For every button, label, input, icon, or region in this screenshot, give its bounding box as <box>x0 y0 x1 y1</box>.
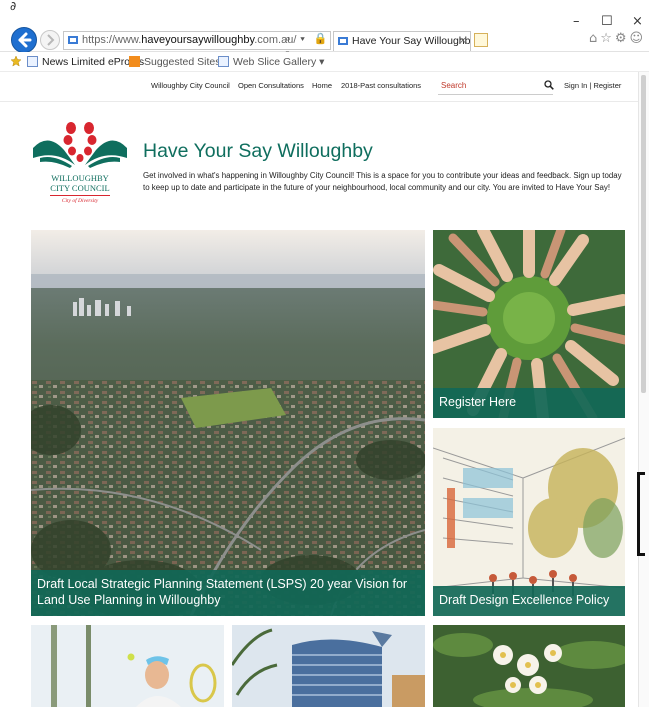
tile-bottom-right[interactable] <box>433 625 625 707</box>
favorite-label: Web Slice Gallery ▾ <box>233 56 325 68</box>
gum-blossom-image <box>433 625 625 707</box>
building-image <box>232 625 425 707</box>
stray-character: ∂ <box>10 0 17 13</box>
council-logo[interactable]: WILLOUGHBY CITY COUNCIL City of Diversit… <box>30 120 130 210</box>
logo-text-line1: WILLOUGHBY <box>51 173 109 183</box>
site-favicon-icon <box>68 36 78 44</box>
browser-window: ∂ https://www.haveyoursaywilloughby.com.… <box>0 0 649 707</box>
tile-design-caption[interactable]: Draft Design Excellence Policy <box>433 586 625 616</box>
back-button[interactable] <box>11 27 37 53</box>
favorites-star-icon[interactable] <box>10 55 22 67</box>
intro-text: Get involved in what's happening in Will… <box>143 171 622 192</box>
tile-bottom-left[interactable] <box>31 625 224 707</box>
arrow-left-icon <box>18 32 32 48</box>
maximize-button[interactable]: ☐ <box>601 14 613 29</box>
nav-link-past-consultations[interactable]: 2018-Past consultations <box>341 81 421 90</box>
tile-lsps[interactable]: Draft Local Strategic Planning Statement… <box>31 230 425 616</box>
favorite-suggested-sites[interactable]: Suggested Sites ▾ <box>129 55 229 69</box>
site-nav: Willoughby City Council Open Consultatio… <box>0 72 638 102</box>
tile-lsps-caption[interactable]: Draft Local Strategic Planning Statement… <box>31 570 425 616</box>
tile-register[interactable]: Register Here <box>433 230 625 418</box>
forward-button[interactable] <box>40 30 60 50</box>
tennis-player-image <box>31 625 224 707</box>
favorite-label: Suggested Sites ▾ <box>144 56 229 68</box>
page-icon <box>27 56 38 67</box>
aerial-city-image <box>31 230 425 616</box>
page-viewport: Willoughby City Council Open Consultatio… <box>0 72 638 707</box>
close-button[interactable]: × <box>632 14 643 29</box>
logo-tagline: City of Diversity <box>61 198 99 204</box>
tile-design-policy[interactable]: Draft Design Excellence Policy <box>433 428 625 616</box>
scrollbar-thumb[interactable] <box>641 75 646 393</box>
browser-right-icons[interactable]: ⌂☆⚙☺ <box>589 31 646 46</box>
tile-bottom-middle[interactable] <box>232 625 425 707</box>
browser-toolbar: ∂ https://www.haveyoursaywilloughby.com.… <box>0 0 649 62</box>
favorite-news-limited[interactable]: News Limited eProofs <box>27 55 144 69</box>
search-underline <box>438 94 553 95</box>
tab-have-your-say[interactable]: Have Your Say Willoughby |... × <box>333 31 471 51</box>
sign-in-register-link[interactable]: Sign In | Register <box>564 81 621 90</box>
tile-register-caption[interactable]: Register Here <box>433 388 625 418</box>
url-prefix: https://www. <box>82 34 142 46</box>
minimize-button[interactable]: – <box>573 14 580 29</box>
new-tab-button[interactable] <box>474 33 488 47</box>
search-icon[interactable] <box>544 80 554 90</box>
url-domain: haveyoursaywilloughby <box>141 34 255 46</box>
council-logo-icon <box>33 122 127 168</box>
address-tools[interactable]: ⌕ ▾ 🔒 ↻ <box>285 31 331 62</box>
nav-link-council[interactable]: Willoughby City Council <box>151 81 230 90</box>
arrow-right-icon <box>47 34 55 46</box>
favorites-bar: News Limited eProofs Suggested Sites ▾ W… <box>0 52 649 72</box>
page-icon <box>218 56 229 67</box>
nav-link-home[interactable]: Home <box>312 81 332 90</box>
favorite-web-slice-gallery[interactable]: Web Slice Gallery ▾ <box>218 55 324 69</box>
tab-title: Have Your Say Willoughby |... <box>352 35 471 47</box>
overlapping-window-edge <box>637 472 645 556</box>
page-title: Have Your Say Willoughby <box>143 140 373 162</box>
logo-text-line2: CITY COUNCIL <box>50 183 110 193</box>
tab-close-icon[interactable]: × <box>460 32 466 51</box>
nav-link-open-consultations[interactable]: Open Consultations <box>238 81 304 90</box>
suggested-sites-icon <box>129 56 140 67</box>
logo-divider <box>50 195 110 196</box>
tab-favicon-icon <box>338 37 348 45</box>
search-input[interactable]: Search <box>441 81 466 90</box>
